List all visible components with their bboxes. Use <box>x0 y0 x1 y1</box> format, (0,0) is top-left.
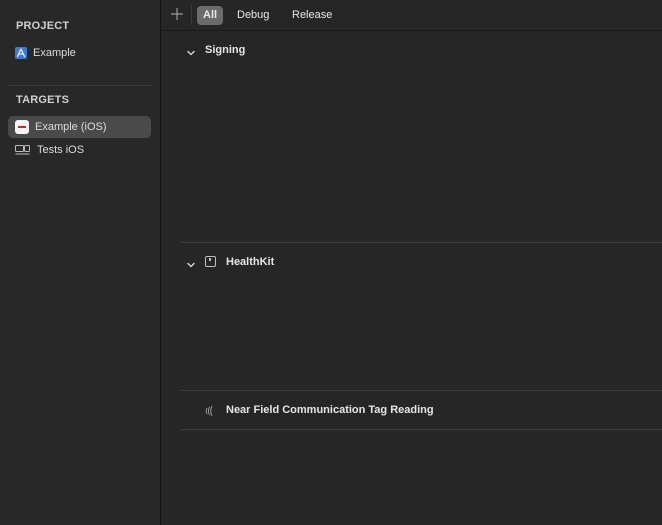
target-sidebar: PROJECT Example TARGETS Example (iOS) Te… <box>0 0 161 525</box>
toolbar-separator <box>191 5 192 25</box>
sidebar-item-label: Tests iOS <box>37 144 85 156</box>
sidebar-item-label: Example (iOS) <box>35 121 107 133</box>
sidebar-item-project-example[interactable]: Example <box>8 42 151 64</box>
sidebar-item-label: Example <box>33 47 76 59</box>
xcode-signing-capabilities-window: PROJECT Example TARGETS Example (iOS) Te… <box>0 0 662 525</box>
nfc-icon <box>204 404 216 417</box>
filter-debug-tab[interactable]: Debug <box>231 6 275 25</box>
sidebar-divider <box>8 85 153 86</box>
healthkit-icon <box>205 256 216 267</box>
app-target-icon <box>15 120 29 134</box>
project-section-header: PROJECT <box>16 20 70 32</box>
capability-title-nfc: Near Field Communication Tag Reading <box>226 404 434 416</box>
targets-section-header: TARGETS <box>16 94 70 106</box>
filter-release-tab[interactable]: Release <box>286 6 338 25</box>
sidebar-item-target-tests-ios[interactable]: Tests iOS <box>8 139 151 161</box>
capabilities-toolbar: All Debug Release <box>162 0 662 31</box>
capability-title-signing: Signing <box>205 44 246 56</box>
filter-all-tab[interactable]: All <box>197 6 224 25</box>
project-blueprint-icon <box>15 47 27 59</box>
capability-separator <box>180 390 662 391</box>
capability-separator <box>180 242 662 243</box>
test-bundle-icon <box>15 144 31 156</box>
capability-separator <box>180 429 662 430</box>
capability-title-healthkit: HealthKit <box>226 256 275 268</box>
chevron-down-icon[interactable] <box>186 45 196 56</box>
sidebar-item-target-example-ios[interactable]: Example (iOS) <box>8 116 151 138</box>
chevron-down-icon[interactable] <box>186 257 196 268</box>
plus-icon[interactable] <box>170 7 184 21</box>
